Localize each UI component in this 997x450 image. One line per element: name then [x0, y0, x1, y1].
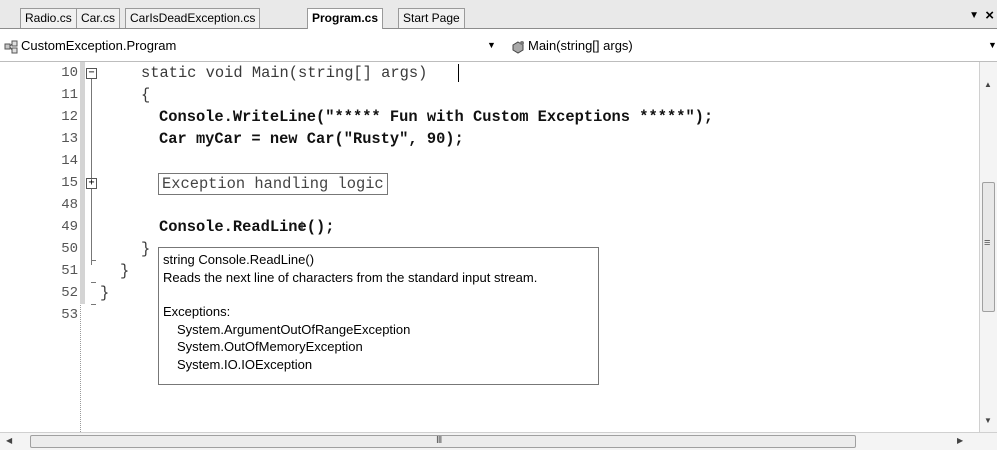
change-marker [80, 260, 85, 282]
change-marker [80, 128, 85, 150]
line-number: 11 [61, 87, 78, 103]
line-number: 48 [61, 197, 78, 213]
code-line: 48 [0, 194, 980, 216]
tab-list-dropdown-icon[interactable]: ▼ [969, 10, 979, 21]
change-marker [80, 216, 85, 238]
tab-radio-cs[interactable]: Radio.cs [20, 8, 77, 28]
line-number: 52 [61, 285, 78, 301]
line-number: 12 [61, 109, 78, 125]
class-icon [4, 40, 18, 54]
collapsed-region[interactable]: Exception handling logic [158, 173, 388, 195]
text-caret [458, 64, 459, 82]
line-number: 14 [61, 153, 78, 169]
type-combo-value: CustomException.Program [21, 38, 177, 53]
close-icon[interactable]: × [985, 7, 994, 24]
method-icon [512, 40, 524, 54]
tab-label: CarIsDeadException.cs [130, 11, 256, 25]
tab-label: Start Page [403, 11, 460, 25]
code-text: } [120, 262, 130, 280]
code-text: } [141, 240, 151, 258]
tooltip-exceptions-header: Exceptions: [163, 304, 231, 320]
code-text: } [100, 284, 110, 302]
tab-car-cs[interactable]: Car.cs [76, 8, 121, 28]
change-marker [80, 106, 85, 128]
thumb-grip-icon: III [436, 435, 442, 446]
member-combo-dropdown-icon[interactable]: ▼ [988, 40, 997, 50]
vertical-scroll-thumb[interactable]: ≡ [982, 182, 995, 312]
tooltip-exception-item: System.OutOfMemoryException [177, 339, 363, 355]
type-combo-dropdown-icon[interactable]: ▼ [487, 40, 496, 50]
code-line: 49 Console.ReadLine(); [0, 216, 980, 238]
change-marker [80, 150, 85, 172]
quick-info-tooltip: string Console.ReadLine() Reads the next… [158, 247, 599, 385]
code-text: { [141, 86, 151, 104]
code-line: 12 Console.WriteLine("***** Fun with Cus… [0, 106, 980, 128]
tab-program-cs[interactable]: Program.cs [307, 8, 384, 29]
line-number: 49 [61, 219, 78, 235]
tooltip-exception-item: System.ArgumentOutOfRangeException [177, 321, 411, 337]
code-text: Console.WriteLine("***** Fun with Custom… [159, 108, 714, 126]
code-line: 15 [0, 172, 980, 194]
i-beam-cursor-icon: I [300, 218, 304, 234]
scroll-left-icon[interactable]: ◀ [6, 436, 12, 445]
line-number: 13 [61, 131, 78, 147]
tooltip-description: Reads the next line of characters from t… [163, 269, 538, 285]
tab-label: Program.cs [312, 11, 379, 25]
tab-label: Radio.cs [25, 11, 72, 25]
navigation-bar: CustomException.Program ▼ Main(string[] … [0, 29, 997, 62]
tooltip-exception-item: System.IO.IOException [177, 356, 313, 372]
scroll-right-icon[interactable]: ▶ [957, 436, 963, 445]
code-text: Car myCar = new Car("Rusty", 90); [159, 130, 464, 148]
change-marker [80, 84, 85, 106]
change-marker [80, 172, 85, 194]
scroll-down-icon[interactable]: ▼ [984, 416, 992, 425]
document-tab-strip: Radio.cs Car.cs CarIsDeadException.cs Pr… [0, 0, 997, 29]
code-line: 14 [0, 150, 980, 172]
code-text: Console.ReadLine(); [159, 218, 335, 236]
change-marker [80, 282, 85, 304]
line-number: 53 [61, 307, 78, 323]
thumb-grip-icon: ≡ [984, 237, 991, 249]
code-line: 11 { [0, 84, 980, 106]
code-line: 13 Car myCar = new Car("Rusty", 90); [0, 128, 980, 150]
tooltip-spacer [163, 286, 594, 303]
tab-start-page[interactable]: Start Page [398, 8, 465, 28]
horizontal-scrollbar[interactable]: ◀ III ▶ [0, 432, 997, 450]
line-number: 51 [61, 263, 78, 279]
change-marker [80, 62, 85, 84]
member-combo[interactable]: Main(string[] args) [511, 36, 633, 56]
line-number: 10 [61, 65, 78, 81]
tab-carisdeadexception-cs[interactable]: CarIsDeadException.cs [125, 8, 261, 28]
line-number: 50 [61, 241, 78, 257]
type-combo[interactable]: CustomException.Program [4, 36, 176, 56]
change-marker [80, 238, 85, 260]
code-text: static void Main(string[] args) [141, 64, 428, 82]
code-line: 10 static void Main(string[] args) [0, 62, 980, 84]
tooltip-signature: string Console.ReadLine() [163, 252, 315, 267]
member-combo-value: Main(string[] args) [528, 38, 633, 53]
scroll-up-icon[interactable]: ▲ [984, 80, 992, 89]
line-number: 15 [61, 175, 78, 191]
horizontal-scroll-thumb[interactable]: III [30, 435, 856, 448]
vertical-scrollbar[interactable]: ▲ ≡ ▼ [979, 62, 997, 432]
tab-label: Car.cs [81, 11, 116, 25]
change-marker [80, 194, 85, 216]
